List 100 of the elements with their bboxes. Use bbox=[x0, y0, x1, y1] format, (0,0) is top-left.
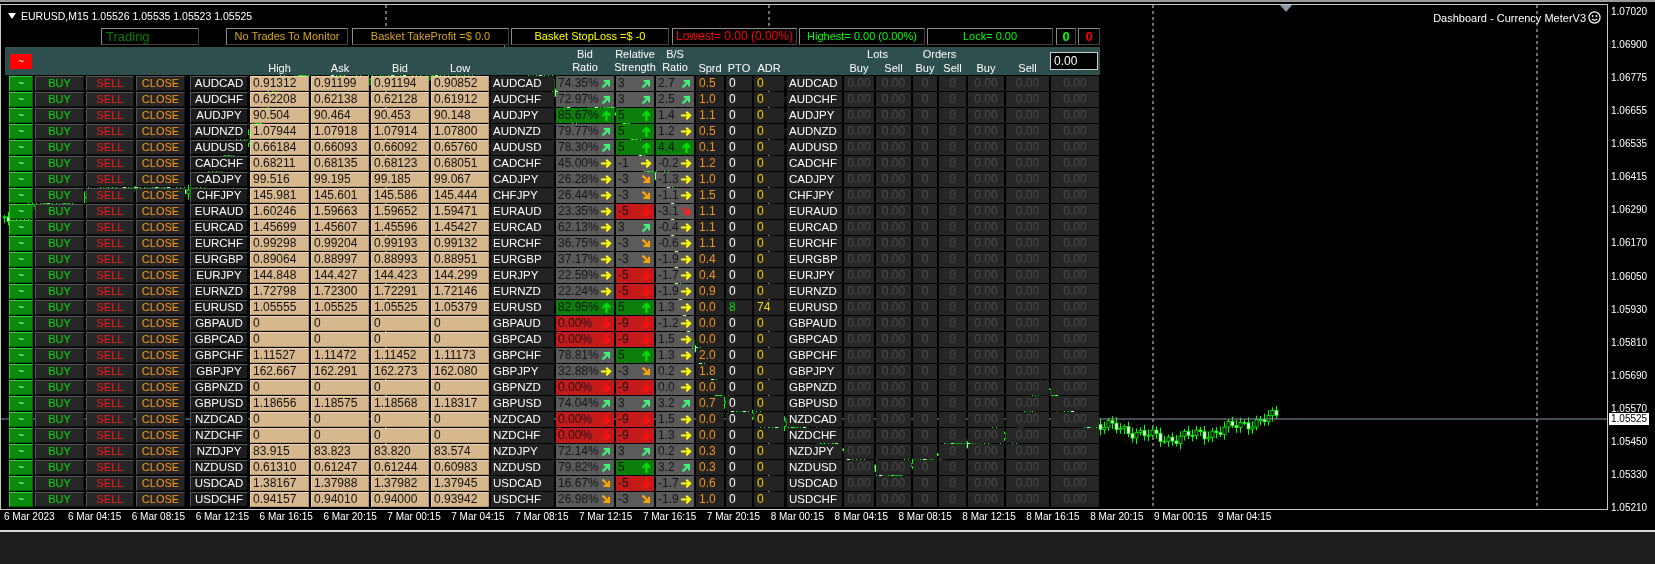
buy-button[interactable]: BUY bbox=[35, 396, 84, 411]
sell-button[interactable]: SELL bbox=[86, 188, 134, 203]
symbol-button[interactable]: AUDNZD bbox=[190, 124, 248, 139]
sell-button[interactable]: SELL bbox=[86, 396, 134, 411]
close-button[interactable]: CLOSE bbox=[136, 492, 185, 507]
buy-button[interactable]: BUY bbox=[35, 268, 84, 283]
buy-button[interactable]: BUY bbox=[35, 428, 84, 443]
symbol-button[interactable]: EURAUD bbox=[190, 204, 248, 219]
sell-button[interactable]: SELL bbox=[86, 108, 134, 123]
chart-button[interactable]: ~ bbox=[9, 204, 33, 219]
symbol-button[interactable]: NZDJPY bbox=[190, 444, 248, 459]
close-button[interactable]: CLOSE bbox=[136, 300, 185, 315]
chart-button[interactable]: ~ bbox=[9, 396, 33, 411]
symbol-button[interactable]: EURCAD bbox=[190, 220, 248, 235]
buy-button[interactable]: BUY bbox=[35, 300, 84, 315]
chart-button[interactable]: ~ bbox=[9, 252, 33, 267]
buy-button[interactable]: BUY bbox=[35, 492, 84, 507]
chart-button[interactable]: ~ bbox=[9, 156, 33, 171]
sell-button[interactable]: SELL bbox=[86, 172, 134, 187]
chart-button[interactable]: ~ bbox=[9, 364, 33, 379]
symbol-button[interactable]: NZDUSD bbox=[190, 460, 248, 475]
symbol-button[interactable]: GBPCAD bbox=[190, 332, 248, 347]
buy-button[interactable]: BUY bbox=[35, 364, 84, 379]
chart-button[interactable]: ~ bbox=[9, 188, 33, 203]
symbol-button[interactable]: GBPUSD bbox=[190, 396, 248, 411]
sell-button[interactable]: SELL bbox=[86, 300, 134, 315]
close-button[interactable]: CLOSE bbox=[136, 476, 185, 491]
buy-button[interactable]: BUY bbox=[35, 460, 84, 475]
close-button[interactable]: CLOSE bbox=[136, 204, 185, 219]
buy-button[interactable]: BUY bbox=[35, 76, 84, 91]
buy-button[interactable]: BUY bbox=[35, 252, 84, 267]
sell-button[interactable]: SELL bbox=[86, 284, 134, 299]
sell-button[interactable]: SELL bbox=[86, 428, 134, 443]
symbol-button[interactable]: AUDUSD bbox=[190, 140, 248, 155]
symbol-button[interactable]: AUDJPY bbox=[190, 108, 248, 123]
sell-button[interactable]: SELL bbox=[86, 412, 134, 427]
close-button[interactable]: CLOSE bbox=[136, 140, 185, 155]
symbol-button[interactable]: CADJPY bbox=[190, 172, 248, 187]
buy-button[interactable]: BUY bbox=[35, 284, 84, 299]
close-button[interactable]: CLOSE bbox=[136, 156, 185, 171]
chart-button[interactable]: ~ bbox=[9, 140, 33, 155]
buy-button[interactable]: BUY bbox=[35, 332, 84, 347]
buy-button[interactable]: BUY bbox=[35, 92, 84, 107]
close-button[interactable]: CLOSE bbox=[136, 316, 185, 331]
close-button[interactable]: CLOSE bbox=[136, 428, 185, 443]
chart-button[interactable]: ~ bbox=[9, 284, 33, 299]
close-button[interactable]: CLOSE bbox=[136, 332, 185, 347]
symbol-button[interactable]: EURJPY bbox=[190, 268, 248, 283]
chart-button[interactable]: ~ bbox=[9, 172, 33, 187]
symbol-button[interactable]: AUDCHF bbox=[190, 92, 248, 107]
sell-button[interactable]: SELL bbox=[86, 348, 134, 363]
chart-button[interactable]: ~ bbox=[9, 124, 33, 139]
close-button[interactable]: CLOSE bbox=[136, 108, 185, 123]
buy-button[interactable]: BUY bbox=[35, 348, 84, 363]
chart-button[interactable]: ~ bbox=[9, 300, 33, 315]
sell-button[interactable]: SELL bbox=[86, 476, 134, 491]
chart-button[interactable]: ~ bbox=[9, 492, 33, 507]
chart-button[interactable]: ~ bbox=[9, 76, 33, 91]
sell-button[interactable]: SELL bbox=[86, 204, 134, 219]
sell-button[interactable]: SELL bbox=[86, 236, 134, 251]
buy-button[interactable]: BUY bbox=[35, 476, 84, 491]
close-button[interactable]: CLOSE bbox=[136, 220, 185, 235]
symbol-button[interactable]: EURNZD bbox=[190, 284, 248, 299]
symbol-button[interactable]: EURGBP bbox=[190, 252, 248, 267]
symbol-button[interactable]: USDCHF bbox=[190, 492, 248, 507]
symbol-button[interactable]: GBPNZD bbox=[190, 380, 248, 395]
close-button[interactable]: CLOSE bbox=[136, 460, 185, 475]
menu-button[interactable]: ~ bbox=[10, 53, 32, 69]
close-button[interactable]: CLOSE bbox=[136, 236, 185, 251]
close-button[interactable]: CLOSE bbox=[136, 188, 185, 203]
symbol-button[interactable]: NZDCHF bbox=[190, 428, 248, 443]
sell-button[interactable]: SELL bbox=[86, 460, 134, 475]
close-button[interactable]: CLOSE bbox=[136, 444, 185, 459]
close-button[interactable]: CLOSE bbox=[136, 396, 185, 411]
buy-button[interactable]: BUY bbox=[35, 380, 84, 395]
close-button[interactable]: CLOSE bbox=[136, 76, 185, 91]
sell-button[interactable]: SELL bbox=[86, 156, 134, 171]
sell-button[interactable]: SELL bbox=[86, 124, 134, 139]
chart-button[interactable]: ~ bbox=[9, 108, 33, 123]
sell-button[interactable]: SELL bbox=[86, 76, 134, 91]
close-button[interactable]: CLOSE bbox=[136, 92, 185, 107]
sell-button[interactable]: SELL bbox=[86, 444, 134, 459]
caret-icon[interactable] bbox=[8, 13, 16, 19]
sell-button[interactable]: SELL bbox=[86, 268, 134, 283]
chart-button[interactable]: ~ bbox=[9, 460, 33, 475]
close-button[interactable]: CLOSE bbox=[136, 268, 185, 283]
chart-button[interactable]: ~ bbox=[9, 444, 33, 459]
buy-button[interactable]: BUY bbox=[35, 108, 84, 123]
sell-button[interactable]: SELL bbox=[86, 252, 134, 267]
sell-button[interactable]: SELL bbox=[86, 332, 134, 347]
sell-button[interactable]: SELL bbox=[86, 140, 134, 155]
sell-button[interactable]: SELL bbox=[86, 220, 134, 235]
close-button[interactable]: CLOSE bbox=[136, 284, 185, 299]
chart-button[interactable]: ~ bbox=[9, 412, 33, 427]
close-button[interactable]: CLOSE bbox=[136, 348, 185, 363]
buy-button[interactable]: BUY bbox=[35, 124, 84, 139]
chart-button[interactable]: ~ bbox=[9, 332, 33, 347]
chart-button[interactable]: ~ bbox=[9, 476, 33, 491]
symbol-button[interactable]: EURUSD bbox=[190, 300, 248, 315]
chart-button[interactable]: ~ bbox=[9, 220, 33, 235]
